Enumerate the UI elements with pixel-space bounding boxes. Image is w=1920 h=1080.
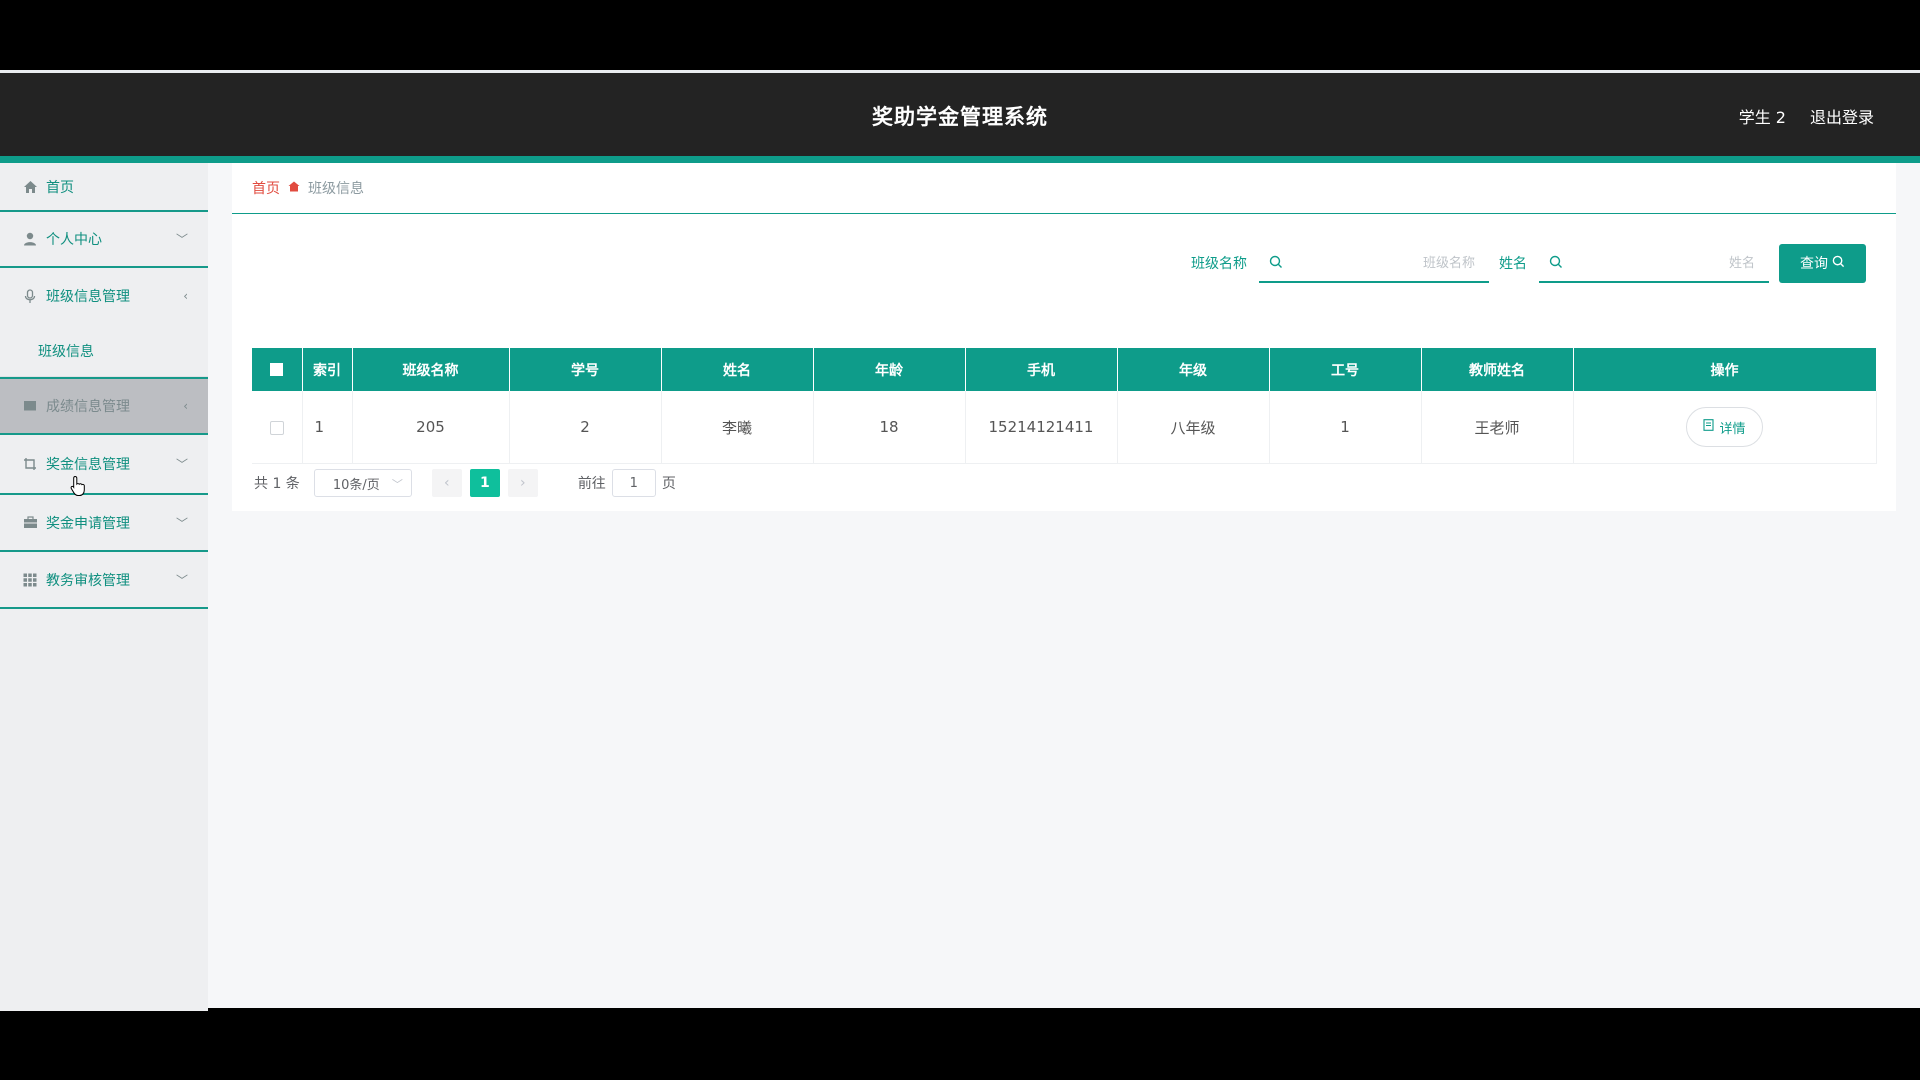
cell-grade: 八年级 (1117, 391, 1270, 464)
name-input[interactable] (1573, 243, 1757, 283)
crop-icon (22, 456, 38, 472)
sidebar-item-scholarship-info[interactable]: 奖金信息管理 ﹀ (0, 435, 208, 495)
class-name-field (1259, 243, 1489, 283)
column-header: 教师姓名 (1421, 348, 1574, 391)
sidebar-item-label: 奖金信息管理 (46, 457, 130, 473)
cell-staff-no: 1 (1269, 391, 1422, 464)
column-header: 班级名称 (352, 348, 510, 391)
cell-index: 1 (302, 391, 353, 464)
total-count: 共 1 条 (254, 476, 300, 492)
column-header: 工号 (1269, 348, 1422, 391)
sidebar-item-label: 个人中心 (46, 232, 102, 248)
header-accent-bar (0, 156, 1920, 163)
cell-class-name: 205 (352, 391, 510, 464)
cell-phone: 15214121411 (965, 391, 1118, 464)
top-header: 奖助学金管理系统 学生 2 退出登录 (0, 73, 1920, 156)
table-row: 1 205 2 李曦 18 15214121411 八年级 1 王老师 详情 (252, 391, 1877, 464)
prev-page-button[interactable]: ‹ (431, 469, 462, 497)
breadcrumb-home[interactable]: 首页 (252, 178, 280, 198)
cell-age: 18 (813, 391, 966, 464)
chevron-left-icon: ‹ (183, 399, 188, 413)
detail-button[interactable]: 详情 (1686, 407, 1763, 447)
current-user[interactable]: 学生 2 (1739, 104, 1786, 128)
sidebar-item-class-info[interactable]: 班级信息管理 ‹ (0, 268, 208, 324)
chevron-down-icon: ﹀ (175, 457, 188, 472)
query-button-label: 查询 (1800, 256, 1828, 272)
chevron-down-icon: ﹀ (391, 478, 403, 491)
app-title: 奖助学金管理系统 (872, 105, 1048, 129)
detail-button-label: 详情 (1719, 421, 1746, 437)
user-icon (22, 231, 38, 247)
column-header: 年级 (1117, 348, 1270, 391)
chevron-down-icon: ﹀ (175, 232, 188, 247)
page-size-select[interactable]: 10条/页 ﹀ (313, 469, 412, 497)
chevron-down-icon: ﹀ (175, 573, 188, 587)
page-size-value: 10条/页 (332, 477, 380, 493)
cell-teacher: 王老师 (1421, 391, 1574, 464)
column-header: 年龄 (813, 348, 966, 391)
pagination: 共 1 条 10条/页 ﹀ ‹ 1 › 前往 页 (254, 469, 676, 497)
name-field (1539, 243, 1769, 283)
microphone-icon (22, 288, 38, 304)
search-icon (1832, 255, 1845, 272)
document-icon (1703, 419, 1715, 435)
chevron-left-icon: ‹ (183, 289, 188, 303)
logout-link[interactable]: 退出登录 (1810, 104, 1874, 128)
column-header: 姓名 (661, 348, 814, 391)
cell-actions: 详情 (1573, 391, 1877, 464)
next-page-button[interactable]: › (507, 469, 538, 497)
name-label: 姓名 (1499, 256, 1527, 272)
breadcrumb: 首页 班级信息 (232, 163, 1896, 214)
sidebar-item-personal-center[interactable]: 个人中心 ﹀ (0, 212, 208, 268)
sidebar-item-grade-info[interactable]: 成绩信息管理 ‹ (0, 377, 208, 435)
search-bar: 班级名称 姓名 查询 (1191, 243, 1866, 283)
column-header: 学号 (509, 348, 662, 391)
breadcrumb-current: 班级信息 (308, 181, 364, 197)
sidebar-item-academic-review[interactable]: 教务审核管理 ﹀ (0, 552, 208, 609)
app-window: 奖助学金管理系统 学生 2 退出登录 首页 个人中心 ﹀ 班级信息管理 ‹ 班级… (0, 70, 1920, 1011)
hand-cursor-icon (70, 475, 88, 501)
query-button[interactable]: 查询 (1779, 243, 1866, 283)
table-header-row: 索引 班级名称 学号 姓名 年龄 手机 年级 工号 教师姓名 操作 (252, 348, 1877, 391)
column-header: 操作 (1573, 348, 1877, 391)
cell-name: 李曦 (661, 391, 814, 464)
class-name-label: 班级名称 (1191, 256, 1247, 272)
chevron-down-icon: ﹀ (175, 516, 188, 530)
column-header: 手机 (965, 348, 1118, 391)
goto-label: 前往 (577, 476, 606, 492)
sidebar-item-label: 成绩信息管理 (46, 399, 130, 415)
page-number[interactable]: 1 (469, 469, 500, 497)
class-name-input[interactable] (1293, 243, 1477, 283)
select-all-checkbox[interactable] (252, 348, 303, 391)
cell-student-no: 2 (509, 391, 662, 464)
column-header: 索引 (302, 348, 353, 391)
sidebar-item-label: 教务审核管理 (46, 572, 130, 589)
sidebar-item-home[interactable]: 首页 (0, 163, 208, 212)
briefcase-icon (22, 515, 38, 531)
class-info-table: 索引 班级名称 学号 姓名 年龄 手机 年级 工号 教师姓名 操作 1 205 (252, 348, 1877, 464)
main-content: 首页 班级信息 班级名称 姓名 查询 (232, 163, 1896, 511)
sidebar-subitem-class-info[interactable]: 班级信息 (0, 324, 208, 377)
sidebar-subitem-label: 班级信息 (38, 344, 94, 360)
sidebar: 首页 个人中心 ﹀ 班级信息管理 ‹ 班级信息 成绩信息管理 ‹ 奖金信息管理 … (0, 163, 208, 1011)
search-icon (1269, 254, 1283, 273)
sidebar-item-label: 奖金申请管理 (46, 515, 130, 532)
sidebar-item-label: 班级信息管理 (46, 289, 130, 305)
page-unit-label: 页 (661, 476, 676, 492)
book-icon (22, 398, 38, 414)
breadcrumb-separator-icon (288, 181, 300, 195)
row-checkbox[interactable] (252, 391, 303, 464)
goto-page-input[interactable] (611, 469, 656, 497)
sidebar-item-label: 首页 (46, 179, 74, 196)
search-icon (1549, 254, 1563, 273)
grid-icon (22, 572, 38, 588)
sidebar-item-scholarship-application[interactable]: 奖金申请管理 ﹀ (0, 495, 208, 552)
home-icon (22, 179, 38, 195)
